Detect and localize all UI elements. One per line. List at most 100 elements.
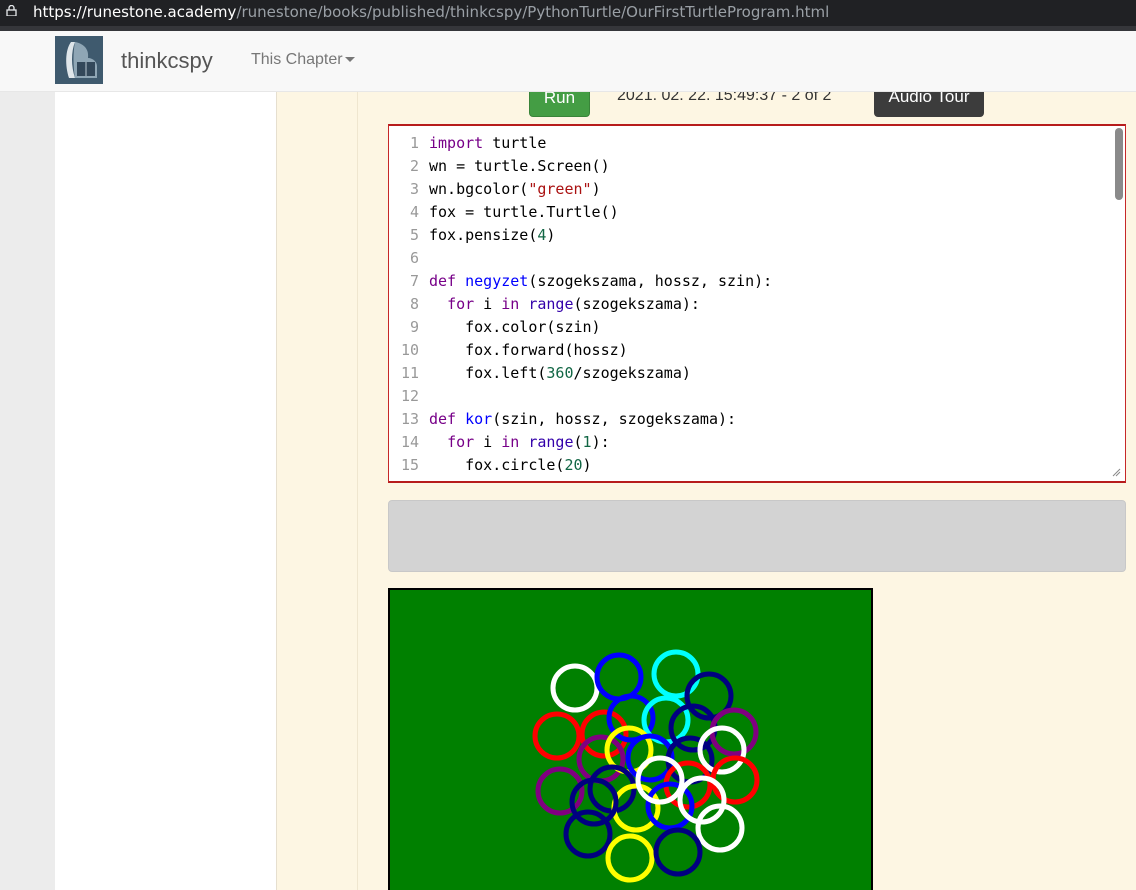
code-token: in (501, 433, 520, 451)
code-token: (szogekszama, hossz, szin): (528, 272, 773, 290)
code-token: ( (573, 433, 583, 451)
line-number: 14 (400, 433, 419, 451)
code-line[interactable]: fox.pensize(4) (429, 224, 772, 247)
turtle-circle (532, 711, 582, 761)
editor-scrollbar[interactable] (1115, 128, 1123, 200)
code-line[interactable]: fox.circle(20) (429, 454, 772, 477)
code-token: fox.forward(hossz) (429, 341, 628, 359)
code-token: fox.pensize( (429, 226, 538, 244)
line-number: 11 (400, 364, 419, 382)
code-line[interactable]: import turtle (429, 132, 772, 155)
code-token: i (474, 433, 502, 451)
code-line[interactable] (429, 385, 772, 408)
code-line[interactable]: fox = turtle.Turtle() (429, 201, 772, 224)
url-path: /runestone/books/published/thinkcspy/Pyt… (236, 3, 830, 21)
code-token: negyzet (465, 272, 529, 290)
line-number: 9 (409, 318, 419, 336)
line-number: 13 (400, 410, 419, 428)
line-number: 12 (400, 387, 419, 405)
turtle-circle (605, 833, 655, 883)
code-token: fox.left( (429, 364, 547, 382)
code-lines[interactable]: import turtle wn = turtle.Screen() wn.bgco… (429, 132, 772, 477)
program-output (388, 500, 1126, 572)
code-token: ): (591, 433, 610, 451)
code-line[interactable]: for i in range(szogekszama): (429, 293, 772, 316)
line-number: 10 (400, 341, 419, 359)
turtle-canvas (388, 588, 873, 890)
chapter-menu-label: This Chapter (251, 51, 343, 68)
code-line[interactable]: wn = turtle.Screen() (429, 155, 772, 178)
chapter-menu[interactable]: This Chapter (251, 51, 355, 69)
code-line[interactable]: wn.bgcolor("green") (429, 178, 772, 201)
line-number: 8 (409, 295, 419, 313)
code-token: def (429, 410, 457, 428)
code-token: for (447, 295, 475, 313)
code-token: 1 (582, 433, 592, 451)
url-host: https://runestone.academy (33, 3, 237, 21)
code-token: (szin, hossz, szogekszama): (492, 410, 737, 428)
line-number: 6 (409, 249, 419, 267)
caret-down-icon (344, 57, 355, 63)
content-divider (357, 92, 358, 890)
line-number: 15 (400, 456, 419, 474)
lock-icon (6, 5, 17, 16)
logo-graphic (55, 36, 103, 84)
line-number: 1 (409, 134, 419, 152)
code-token: /szogekszama) (573, 364, 691, 382)
code-line[interactable]: def kor(szin, hossz, szogekszama): (429, 408, 772, 431)
code-token: fox = turtle.Turtle() (429, 203, 619, 221)
code-token: fox.color(szin) (429, 318, 601, 336)
line-number: 7 (409, 272, 419, 290)
code-token: import (429, 134, 484, 152)
code-editor[interactable]: 1 2 3 4 5 6 7 8 9 10 11 12 13 14 15 import turtle wn = … (388, 124, 1126, 483)
line-number-gutter: 1 2 3 4 5 6 7 8 9 10 11 12 13 14 15 (389, 132, 423, 477)
turtle-circle (563, 809, 613, 859)
code-token: 360 (546, 364, 574, 382)
runestone-logo[interactable] (55, 36, 103, 84)
turtle-drawing (532, 649, 760, 883)
code-token: ) (546, 226, 556, 244)
line-number: 5 (409, 226, 419, 244)
turtle-circle (550, 663, 600, 713)
code-token: 20 (564, 456, 583, 474)
code-token: (szogekszama): (573, 295, 700, 313)
code-token: kor (465, 410, 493, 428)
code-token: "green" (528, 180, 592, 198)
code-token: fox.circle( (429, 456, 565, 474)
code-line[interactable]: def negyzet(szogekszama, hossz, szin): (429, 270, 772, 293)
url-text[interactable]: https://runestone.academy/runestone/book… (33, 3, 829, 21)
code-line[interactable]: fox.color(szin) (429, 316, 772, 339)
page-left-margin (0, 92, 55, 890)
line-number: 4 (409, 203, 419, 221)
top-navbar: thinkcspy This Chapter (0, 31, 1136, 92)
code-line[interactable] (429, 247, 772, 270)
code-token: ) (582, 456, 592, 474)
code-token: def (429, 272, 457, 290)
code-token: for (447, 433, 475, 451)
code-token: wn.bgcolor( (429, 180, 529, 198)
address-bar[interactable]: https://runestone.academy/runestone/book… (0, 0, 1136, 26)
code-token: in (501, 295, 520, 313)
resize-handle-icon[interactable] (1112, 468, 1121, 477)
code-token: turtle (483, 134, 547, 152)
turtle-circle (651, 649, 701, 699)
line-number: 3 (409, 180, 419, 198)
brand-link[interactable]: thinkcspy (121, 48, 213, 74)
code-token: wn = turtle.Screen() (429, 157, 610, 175)
code-line[interactable]: fox.left(360/szogekszama) (429, 362, 772, 385)
line-number: 2 (409, 157, 419, 175)
code-token: range (528, 433, 574, 451)
turtle-circle (594, 652, 644, 702)
left-sidebar (55, 92, 277, 890)
code-line[interactable]: for i in range(1): (429, 431, 772, 454)
code-line[interactable]: fox.forward(hossz) (429, 339, 772, 362)
turtle-circle (576, 734, 626, 784)
code-token: ) (591, 180, 601, 198)
code-token: i (474, 295, 502, 313)
